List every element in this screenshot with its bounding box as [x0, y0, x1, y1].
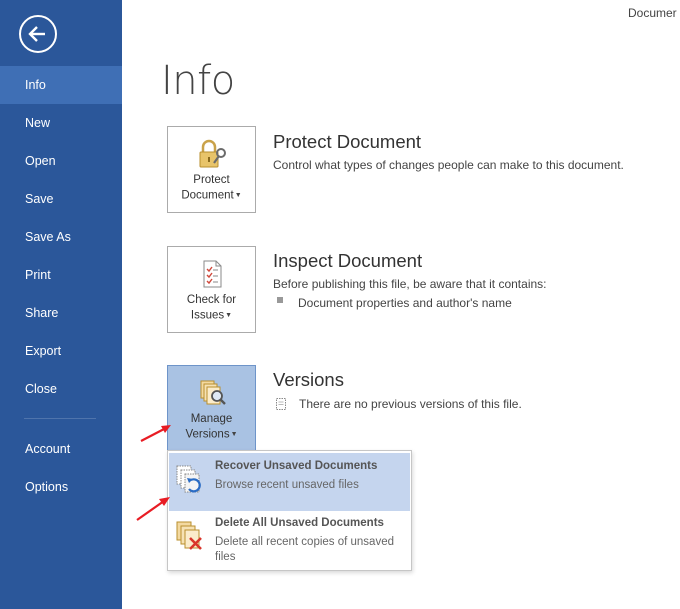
delete-all-unsaved-documents-item[interactable]: Delete All Unsaved Documents Delete all …: [169, 513, 410, 569]
nav-item-open[interactable]: Open: [0, 142, 122, 180]
annotation-arrow-icon: [140, 425, 171, 442]
delete-item-title: Delete All Unsaved Documents: [215, 517, 384, 529]
nav-item-save[interactable]: Save: [0, 180, 122, 218]
document-icon: [276, 398, 286, 410]
dropdown-caret-icon: ▼: [234, 192, 242, 199]
manage-versions-menu: Recover Unsaved Documents Browse recent …: [167, 450, 412, 571]
dropdown-caret-icon: ▼: [225, 312, 233, 319]
inspect-section-title: Inspect Document: [273, 250, 423, 271]
issues-button-label-1: Check for: [186, 294, 237, 306]
recover-documents-icon: [176, 465, 201, 493]
recover-unsaved-documents-item[interactable]: Recover Unsaved Documents Browse recent …: [169, 453, 410, 511]
protect-section-title: Protect Document: [273, 131, 422, 152]
nav-item-print[interactable]: Print: [0, 256, 122, 294]
nav-item-export[interactable]: Export: [0, 332, 122, 370]
recover-item-description: Browse recent unsaved files: [215, 479, 359, 491]
versions-magnifier-icon: [200, 380, 226, 405]
bullet-icon: [277, 297, 283, 303]
delete-item-description: Delete all recent copies of unsaved file…: [215, 536, 394, 563]
protect-button-label-2: Document▼: [181, 189, 242, 202]
versions-section-description: There are no previous versions of this f…: [299, 397, 522, 411]
nav-item-close[interactable]: Close: [0, 370, 122, 408]
protect-button-label-1: Protect: [193, 174, 230, 186]
inspect-section-description: Before publishing this file, be aware th…: [273, 277, 547, 291]
nav-item-info[interactable]: Info: [0, 66, 122, 104]
versions-section-title: Versions: [273, 369, 344, 390]
check-for-issues-button[interactable]: Check for Issues▼: [167, 246, 256, 333]
nav-divider: [24, 418, 96, 419]
back-arrow-icon: [28, 26, 45, 42]
nav-item-share[interactable]: Share: [0, 294, 122, 332]
checklist-icon: [203, 260, 221, 288]
manage-versions-button[interactable]: Manage Versions▼: [167, 365, 256, 452]
protect-section-description: Control what types of changes people can…: [273, 158, 624, 172]
protect-document-button[interactable]: Protect Document▼: [167, 126, 256, 213]
dropdown-caret-icon: ▼: [230, 431, 238, 438]
nav-item-account[interactable]: Account: [0, 430, 122, 468]
nav-item-new[interactable]: New: [0, 104, 122, 142]
backstage-sidebar: Info New Open Save Save As Print Share E…: [0, 0, 122, 609]
annotation-arrow-icon: [136, 497, 170, 521]
recover-item-title: Recover Unsaved Documents: [215, 460, 378, 472]
window-title: Documer: [628, 6, 677, 20]
issues-button-label-2: Issues▼: [190, 309, 233, 322]
versions-button-label-1: Manage: [190, 413, 233, 425]
lock-key-icon: [199, 139, 226, 168]
back-button[interactable]: [19, 15, 57, 53]
versions-button-label-2: Versions▼: [185, 428, 238, 441]
inspect-bullet-text: Document properties and author's name: [298, 296, 512, 310]
nav-item-options[interactable]: Options: [0, 468, 122, 506]
delete-documents-icon: [176, 521, 202, 550]
page-title: Info: [161, 58, 235, 104]
nav-item-save-as[interactable]: Save As: [0, 218, 122, 256]
